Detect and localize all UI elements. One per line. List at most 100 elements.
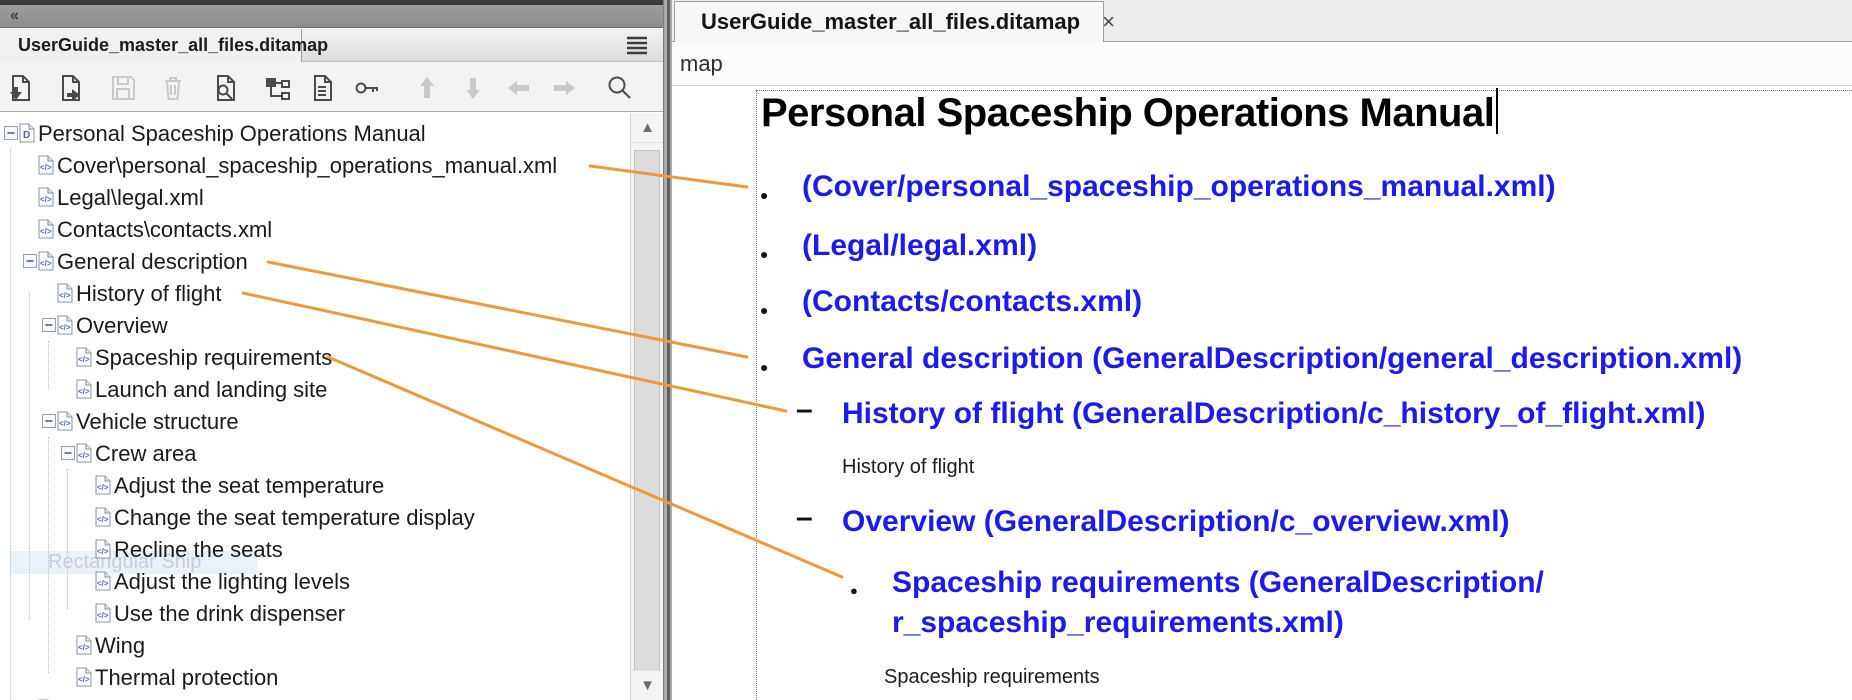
tree-item-label: Personal Spaceship Operations Manual: [38, 121, 426, 147]
svg-text:</>: </>: [78, 387, 90, 396]
tree-item-systems[interactable]: </>Systems: [0, 693, 630, 700]
collapse-panel-icon[interactable]: «: [10, 8, 17, 24]
tree-item-label: Thermal protection: [95, 665, 278, 691]
tree-item-cover-personal-spaceship-operations-manu[interactable]: </>Cover\personal_spaceship_operations_m…: [0, 149, 630, 181]
svg-text:</>: </>: [40, 259, 52, 268]
topicref-icon: </>: [38, 187, 54, 207]
editor-tab-label: UserGuide_master_all_files.ditamap: [701, 9, 1080, 35]
search-button[interactable]: [603, 72, 635, 104]
outline-text: Overview (GeneralDescription/c_overview.…: [842, 502, 1510, 542]
scrollbar-thumb[interactable]: [634, 150, 660, 685]
tree-item-general-description[interactable]: </> General description: [0, 245, 630, 277]
tree-item-recline-the-seats[interactable]: </>Recline the seats: [0, 533, 630, 565]
application-window: « UserGuide_master_all_files.ditamap Rec…: [0, 0, 1852, 700]
panel-header-bar: «: [0, 5, 663, 28]
topicref-icon: </>: [38, 219, 54, 239]
map-hierarchy-button[interactable]: [262, 72, 294, 104]
tree-item-adjust-the-seat-temperature[interactable]: </>Adjust the seat temperature: [0, 469, 630, 501]
move-down-button[interactable]: [457, 72, 489, 104]
tree-item-spaceship-requirements[interactable]: </>Spaceship requirements: [0, 341, 630, 373]
close-tab-icon[interactable]: ×: [1102, 11, 1115, 33]
save-button[interactable]: [107, 72, 139, 104]
tree-item-label: Adjust the seat temperature: [114, 473, 384, 499]
svg-text:D: D: [23, 130, 30, 141]
preview-reference-button[interactable]: [209, 72, 241, 104]
tree-item-change-the-seat-temperature-display[interactable]: </>Change the seat temperature display: [0, 501, 630, 533]
keys-button[interactable]: [352, 72, 384, 104]
tree-item-use-the-drink-dispenser[interactable]: </>Use the drink dispenser: [0, 597, 630, 629]
collapse-toggle-icon[interactable]: [23, 254, 37, 268]
document-view-button[interactable]: [306, 72, 338, 104]
breadcrumb-map-node[interactable]: map: [680, 51, 723, 77]
outline-text: (Cover/personal_spaceship_operations_man…: [802, 167, 1556, 207]
ditamap-toolbar: [0, 62, 663, 112]
insert-topic-reference-button[interactable]: [4, 72, 36, 104]
svg-text:</>: </>: [97, 547, 109, 556]
tree-item-label: General description: [57, 249, 248, 275]
topicref-icon: </>: [76, 347, 92, 367]
tree-item-thermal-protection[interactable]: </> Thermal protection: [0, 661, 630, 693]
hamburger-menu-icon[interactable]: [625, 34, 649, 56]
svg-text:</>: </>: [59, 291, 71, 300]
tree-item-contacts-contacts-xml[interactable]: </>Contacts\contacts.xml: [0, 213, 630, 245]
tree-item-label: Use the drink dispenser: [114, 601, 345, 627]
promote-button[interactable]: [503, 72, 535, 104]
svg-text:</>: </>: [40, 227, 52, 236]
svg-text:</>: </>: [40, 163, 52, 172]
ditamap-icon: D: [19, 123, 35, 143]
tree-item-label: Legal\legal.xml: [57, 185, 204, 211]
ditamap-manager-panel: « UserGuide_master_all_files.ditamap Rec…: [0, 0, 663, 700]
insert-reference-after-button[interactable]: [54, 72, 86, 104]
topicref-icon: </>: [76, 667, 92, 687]
delete-button[interactable]: [157, 72, 189, 104]
tree-item-adjust-the-lighting-levels[interactable]: </> Adjust the lighting levels: [0, 565, 630, 597]
left-tab-row: UserGuide_master_all_files.ditamap: [0, 29, 663, 62]
tree-scrollbar: ▲︎ ▼︎: [630, 113, 663, 700]
collapse-toggle-icon[interactable]: [4, 126, 18, 140]
list-marker: ●: [760, 234, 768, 274]
panel-splitter[interactable]: [663, 0, 672, 700]
tab-ditamap-editor[interactable]: UserGuide_master_all_files.ditamap ×: [674, 1, 1104, 42]
outline-text: Spaceship requirements: [884, 665, 1100, 689]
svg-text:</>: </>: [59, 323, 71, 332]
outline-text: Spaceship requirements (GeneralDescripti…: [892, 563, 1544, 643]
tree-item-label: Adjust the lighting levels: [114, 569, 350, 595]
outline-text: General description (GeneralDescription/…: [802, 339, 1742, 379]
tree-item-personal-spaceship-operations-manual[interactable]: D Personal Spaceship Operations Manual: [0, 117, 630, 149]
topicref-icon: </>: [76, 635, 92, 655]
topicref-icon: </>: [38, 251, 54, 271]
tab-ditamap-left[interactable]: UserGuide_master_all_files.ditamap: [0, 29, 302, 62]
tree-item-label: Crew area: [95, 441, 196, 467]
tree-item-history-of-flight[interactable]: </>History of flight: [0, 277, 630, 309]
editor-tab-bar: UserGuide_master_all_files.ditamap ×: [672, 0, 1852, 42]
tree-item-launch-and-landing-site[interactable]: </>Launch and landing site: [0, 373, 630, 405]
tree-item-wing[interactable]: </>Wing: [0, 629, 630, 661]
tree-item-label: Overview: [76, 313, 168, 339]
editor-panel: UserGuide_master_all_files.ditamap × map…: [672, 0, 1852, 700]
topicref-icon: </>: [95, 475, 111, 495]
scroll-up-icon[interactable]: ▲︎: [631, 113, 664, 143]
svg-text:</>: </>: [97, 579, 109, 588]
tree-item-crew-area[interactable]: </>Crew area: [0, 437, 630, 469]
tree-item-legal-legal-xml[interactable]: </> Legal\legal.xml: [0, 181, 630, 213]
list-marker: ●: [760, 347, 768, 387]
collapse-toggle-icon[interactable]: [42, 414, 56, 428]
svg-text:</>: </>: [78, 675, 90, 684]
topicref-icon: </>: [95, 539, 111, 559]
collapse-toggle-icon[interactable]: [42, 318, 56, 332]
outline-text: (Legal/legal.xml): [802, 226, 1037, 266]
tree-item-overview[interactable]: </> Overview: [0, 309, 630, 341]
topicref-icon: </>: [57, 283, 73, 303]
topicref-icon: </>: [76, 379, 92, 399]
svg-text:</>: </>: [40, 195, 52, 204]
collapse-toggle-icon[interactable]: [61, 446, 75, 460]
scroll-down-icon[interactable]: ▼︎: [631, 670, 664, 700]
map-title[interactable]: Personal Spaceship Operations Manual: [761, 88, 1498, 136]
demote-button[interactable]: [548, 72, 580, 104]
outline-text: History of flight: [842, 455, 974, 479]
topicref-icon: </>: [57, 315, 73, 335]
tree-item-label: Vehicle structure: [76, 409, 239, 435]
move-up-button[interactable]: [411, 72, 443, 104]
list-marker: ●: [760, 175, 768, 215]
tree-item-vehicle-structure[interactable]: </>Vehicle structure: [0, 405, 630, 437]
